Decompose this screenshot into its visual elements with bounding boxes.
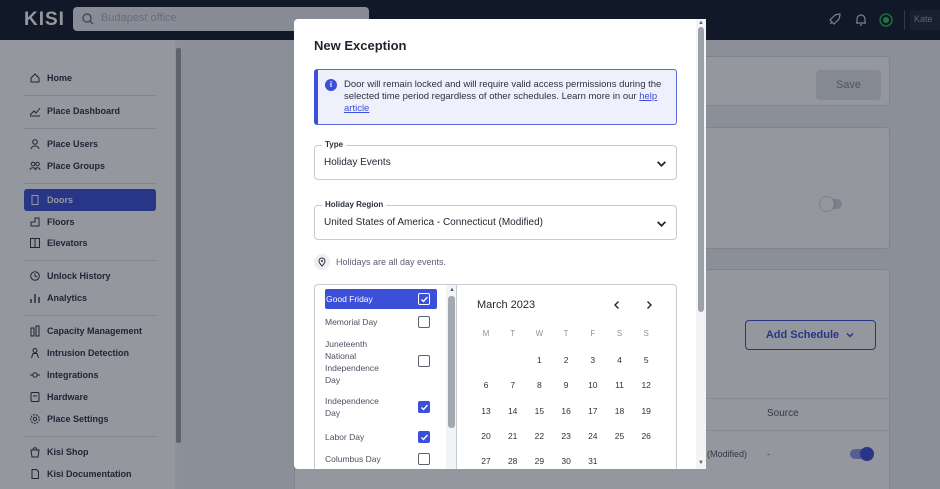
calendar-day[interactable]: 24 — [580, 431, 606, 441]
calendar-day[interactable]: 1 — [526, 355, 552, 365]
hint-text: Holidays are all day events. — [336, 257, 447, 267]
calendar-day[interactable]: 27 — [473, 456, 499, 466]
type-value: Holiday Events — [324, 157, 391, 168]
scroll-down-icon[interactable]: ▼ — [698, 460, 704, 466]
holiday-item-columbus-day[interactable]: Columbus Day — [325, 452, 437, 466]
holiday-item-juneteenth[interactable]: Juneteenth National Independence Day — [325, 338, 437, 386]
calendar-day[interactable]: 6 — [473, 380, 499, 390]
calendar-day[interactable]: 23 — [553, 431, 579, 441]
check-icon — [421, 434, 429, 441]
holiday-checkbox[interactable] — [418, 431, 430, 443]
holiday-name: Juneteenth National Independence Day — [325, 339, 379, 385]
chevron-down-icon — [657, 221, 666, 227]
holiday-name: Good Friday — [326, 294, 373, 304]
modal-title: New Exception — [314, 38, 407, 53]
type-select[interactable]: Type Holiday Events — [314, 140, 677, 180]
pin-icon — [314, 254, 330, 270]
calendar-day[interactable]: 9 — [553, 380, 579, 390]
holiday-item-good-friday[interactable]: Good Friday — [325, 289, 437, 309]
holiday-list: Good Friday Memorial Day Juneteenth Nati… — [315, 285, 457, 469]
calendar-weekday: W — [535, 329, 544, 338]
calendar-weekday: S — [616, 329, 623, 338]
holiday-checkbox[interactable] — [418, 453, 430, 465]
calendar-day[interactable]: 20 — [473, 431, 499, 441]
holiday-checkbox[interactable] — [418, 401, 430, 413]
info-icon: i — [325, 79, 337, 91]
calendar-day[interactable]: 31 — [580, 456, 606, 466]
calendar-month-label: March 2023 — [477, 299, 536, 311]
check-icon — [421, 296, 429, 303]
holiday-name: Independence Day — [325, 396, 379, 418]
calendar-day[interactable]: 15 — [526, 406, 552, 416]
calendar-weekday: S — [643, 329, 649, 338]
chevron-right-icon[interactable] — [643, 299, 655, 311]
calendar-day[interactable]: 17 — [580, 406, 606, 416]
calendar-day[interactable]: 13 — [473, 406, 499, 416]
calendar-day[interactable]: 5 — [633, 355, 659, 365]
holiday-region-label: Holiday Region — [322, 200, 387, 209]
calendar: March 2023 M T W T F S S 1 2 3 4 5 6 7 8 9 10 11 12 13 14 15 1… — [457, 285, 677, 469]
calendar-day[interactable]: 19 — [633, 406, 659, 416]
holiday-region-value: United States of America - Connecticut (… — [324, 217, 543, 228]
holiday-item-labor-day[interactable]: Labor Day — [325, 430, 437, 444]
calendar-day[interactable]: 26 — [633, 431, 659, 441]
calendar-weekday: T — [510, 329, 516, 338]
modal-scroll-thumb[interactable] — [698, 27, 704, 312]
check-icon — [421, 404, 429, 411]
holiday-checkbox[interactable] — [418, 293, 430, 305]
holiday-item-independence-day[interactable]: Independence Day — [325, 395, 437, 419]
calendar-day[interactable]: 30 — [553, 456, 579, 466]
calendar-day[interactable]: 3 — [580, 355, 606, 365]
info-text: Door will remain locked and will require… — [344, 79, 669, 115]
holiday-name: Memorial Day — [325, 317, 378, 327]
holiday-item-memorial-day[interactable]: Memorial Day — [325, 315, 437, 329]
calendar-weekday: M — [482, 329, 490, 338]
scroll-up-icon[interactable]: ▲ — [698, 20, 704, 26]
info-alert: i Door will remain locked and will requi… — [314, 69, 677, 125]
calendar-day[interactable]: 18 — [607, 406, 633, 416]
holiday-name: Labor Day — [325, 432, 365, 442]
calendar-day[interactable]: 29 — [526, 456, 552, 466]
holiday-checkbox[interactable] — [418, 316, 430, 328]
calendar-day[interactable]: 16 — [553, 406, 579, 416]
all-day-hint: Holidays are all day events. — [314, 254, 446, 270]
calendar-weekday: F — [590, 329, 596, 338]
calendar-day[interactable]: 21 — [500, 431, 526, 441]
calendar-day[interactable]: 12 — [633, 380, 659, 390]
calendar-day[interactable]: 2 — [553, 355, 579, 365]
calendar-weekday: T — [563, 329, 569, 338]
scroll-up-icon[interactable]: ▲ — [449, 287, 455, 293]
holiday-picker: Good Friday Memorial Day Juneteenth Nati… — [314, 284, 677, 469]
calendar-day[interactable]: 7 — [500, 380, 526, 390]
new-exception-modal: New Exception i Door will remain locked … — [294, 19, 706, 469]
holiday-name: Columbus Day — [325, 454, 381, 464]
calendar-day[interactable]: 14 — [500, 406, 526, 416]
holiday-list-scroll-thumb[interactable] — [448, 296, 455, 428]
calendar-day[interactable]: 11 — [607, 380, 633, 390]
calendar-day[interactable]: 8 — [526, 380, 552, 390]
type-label: Type — [322, 140, 347, 149]
info-message: Door will remain locked and will require… — [344, 79, 662, 102]
chevron-left-icon[interactable] — [611, 299, 623, 311]
holiday-region-select[interactable]: Holiday Region United States of America … — [314, 200, 677, 240]
calendar-day[interactable]: 4 — [607, 355, 633, 365]
chevron-down-icon — [657, 161, 666, 167]
calendar-day[interactable]: 22 — [526, 431, 552, 441]
calendar-day[interactable]: 25 — [607, 431, 633, 441]
holiday-checkbox[interactable] — [418, 355, 430, 367]
calendar-day[interactable]: 28 — [500, 456, 526, 466]
calendar-day[interactable]: 10 — [580, 380, 606, 390]
